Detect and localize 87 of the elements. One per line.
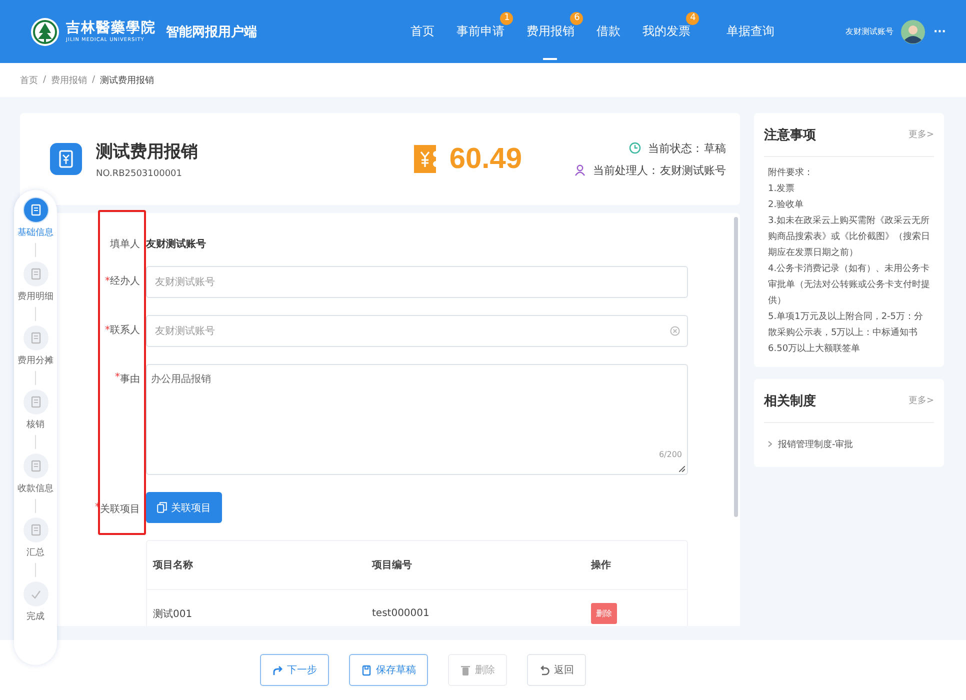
breadcrumb-separator: / xyxy=(43,75,46,85)
redo-arrow-icon xyxy=(272,664,283,676)
status-value: 草稿 xyxy=(704,140,726,156)
step-icon xyxy=(22,261,48,287)
column-header: 项目编号 xyxy=(370,558,413,572)
step-icon xyxy=(22,197,48,223)
avatar-icon xyxy=(901,20,926,44)
step-icon xyxy=(22,517,48,543)
nav-item[interactable]: 我的发票 4 xyxy=(631,0,702,63)
user-name[interactable]: 友财测试账号 xyxy=(845,26,894,37)
table-cell-text: test000001 xyxy=(371,608,430,619)
breadcrumb-separator: / xyxy=(92,75,96,85)
note-line: 6.50万以上大额联签单 xyxy=(768,342,862,356)
person-icon xyxy=(574,164,586,176)
step-icon xyxy=(22,453,48,479)
table-cell-text: 测试001 xyxy=(152,608,194,620)
breadcrumb-item: 测试费用报销 xyxy=(100,74,154,86)
count-badge: 6 xyxy=(570,12,584,25)
field-label: 关联项目 xyxy=(100,502,140,516)
receipt-icon xyxy=(50,143,82,175)
field-label: 填单人 xyxy=(110,238,140,250)
policy-link[interactable]: 报销管理制度-审批 xyxy=(778,438,854,450)
delete-button[interactable]: 删除 xyxy=(591,603,617,624)
field-value: 友财测试账号 xyxy=(146,239,206,250)
save-icon xyxy=(361,664,372,676)
step-item[interactable]: 收款信息 xyxy=(18,453,54,495)
note-line: 1.发票 xyxy=(768,182,796,196)
copy-icon xyxy=(157,502,167,513)
trash-icon xyxy=(460,664,471,676)
form-number: NO.RB2503100001 xyxy=(96,168,184,178)
note-line: 附件要求： xyxy=(768,166,814,180)
resize-handle-icon xyxy=(679,466,685,472)
handler-name: 友财测试账号 xyxy=(660,162,726,178)
scrollbar[interactable] xyxy=(734,217,738,517)
note-line: 3.如未在政采云上购买需附《政采云无所购商品搜索表》或《比价截图》（搜索日期应在发票日期之前） xyxy=(768,214,930,260)
required-mark: * xyxy=(115,372,120,385)
nav-item[interactable]: 费用报销 6 xyxy=(515,0,586,63)
handler-label: 当前处理人： xyxy=(593,162,659,178)
ticket-icon xyxy=(414,145,436,173)
step-item[interactable]: 费用明细 xyxy=(18,261,54,303)
required-mark: * xyxy=(105,324,110,338)
panel-title: 注意事项 xyxy=(764,126,816,144)
count-badge: 4 xyxy=(686,12,700,25)
breadcrumb-item[interactable]: 首页 xyxy=(20,74,38,86)
link-project-button[interactable]: 关联项目 xyxy=(146,492,222,523)
more-link[interactable]: 更多> xyxy=(908,128,934,141)
text-field[interactable]: 友财测试账号 xyxy=(146,315,688,347)
count-badge: 1 xyxy=(500,12,514,25)
breadcrumb-item[interactable]: 费用报销 xyxy=(51,74,88,86)
clock-icon xyxy=(629,142,641,154)
text-field[interactable]: 友财测试账号 xyxy=(146,266,688,298)
nav-item[interactable]: 首页 xyxy=(399,0,446,63)
note-line: 4.公务卡消费记录（如有）、未用公务卡审批单（无法对公转账或公务卡支付时提供） xyxy=(768,262,930,308)
column-header: 操作 xyxy=(590,558,611,572)
status-label: 当前状态： xyxy=(648,140,703,156)
nav-item[interactable]: 事前申请 1 xyxy=(445,0,516,63)
footer-button[interactable]: 保存草稿 xyxy=(349,654,428,686)
required-mark: * xyxy=(105,275,110,289)
step-item[interactable]: 核销 xyxy=(22,389,48,431)
note-line: 2.验收单 xyxy=(768,198,805,212)
nav-item[interactable]: 借款 xyxy=(585,0,632,63)
note-line: 5.单项1万元及以上附合同，2-5万：分散采购公示表，5万以上：中标通知书 xyxy=(768,310,924,340)
emblem-icon xyxy=(30,16,60,46)
step-icon xyxy=(22,325,48,351)
field-label: 事由 xyxy=(120,372,140,386)
step-item[interactable]: 费用分摊 xyxy=(18,325,54,367)
logo-text: 吉林醫藥學院 xyxy=(66,19,156,37)
step-item[interactable]: 完成 xyxy=(22,581,48,623)
amount: 60.49 xyxy=(449,142,522,176)
more-button[interactable]: ··· xyxy=(933,25,946,38)
field-label: 联系人 xyxy=(110,324,140,338)
chevron-icon xyxy=(768,441,772,447)
nav-item[interactable]: 单据查询 xyxy=(715,0,786,63)
form-title: 测试费用报销 xyxy=(96,140,198,162)
more-link[interactable]: 更多> xyxy=(908,394,934,407)
character-counter: 6/200 xyxy=(658,450,682,459)
return-icon xyxy=(539,664,550,676)
footer-button[interactable]: 下一步 xyxy=(260,654,329,686)
app-name: 智能网报用户端 xyxy=(166,24,257,40)
footer-button[interactable]: 返回 xyxy=(527,654,586,686)
field-label: 经办人 xyxy=(110,274,140,289)
step-item[interactable]: 汇总 xyxy=(22,517,48,559)
step-icon xyxy=(22,389,48,415)
panel-title: 相关制度 xyxy=(764,392,816,410)
step-item[interactable]: 基础信息 xyxy=(18,197,54,239)
column-header: 项目名称 xyxy=(152,558,194,572)
step-icon xyxy=(22,581,48,607)
